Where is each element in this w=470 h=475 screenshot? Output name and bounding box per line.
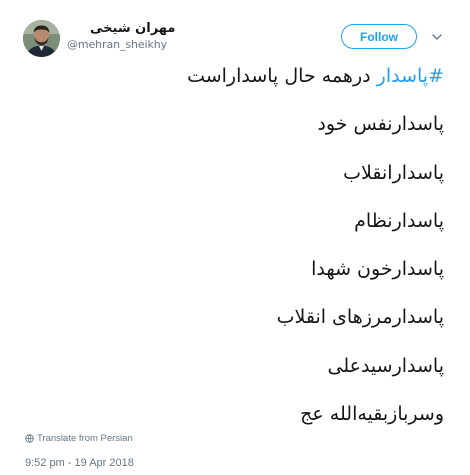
translate-link[interactable]: Translate from Persian [25,433,133,444]
tweet-line: وسربازبقیه‌الله عج [300,403,444,426]
tweet-text: #پاسدار درهمه حال پاسداراست پاسدارنفس خو… [64,64,444,450]
author-handle[interactable]: @mehran_sheikhy [67,38,167,52]
tweet-line-text: درهمه حال پاسداراست [187,65,377,87]
tweet-line: پاسدارنظام [354,209,444,232]
hashtag-link[interactable]: #پاسدار [377,65,444,87]
user-avatar-icon [23,20,60,57]
author-display-name[interactable]: مهران شیخی [90,21,175,37]
tweet-line: #پاسدار درهمه حال پاسداراست [64,64,444,88]
tweet-line: پاسدارنفس خود [317,113,444,136]
tweet-line: پاسدارسیدعلی [327,354,444,377]
chevron-down-icon[interactable] [432,33,442,41]
tweet-line: پاسدارمرزهای انقلاب [276,306,444,329]
tweet-line: پاسدارانقلاب [343,161,444,184]
follow-button[interactable]: Follow [341,24,417,49]
translate-label: Translate from Persian [37,433,133,444]
tweet-line: پاسدارخون شهدا [311,258,444,281]
globe-icon [25,434,34,443]
tweet-timestamp[interactable]: 9:52 pm - 19 Apr 2018 [25,457,134,469]
avatar[interactable] [23,20,60,57]
